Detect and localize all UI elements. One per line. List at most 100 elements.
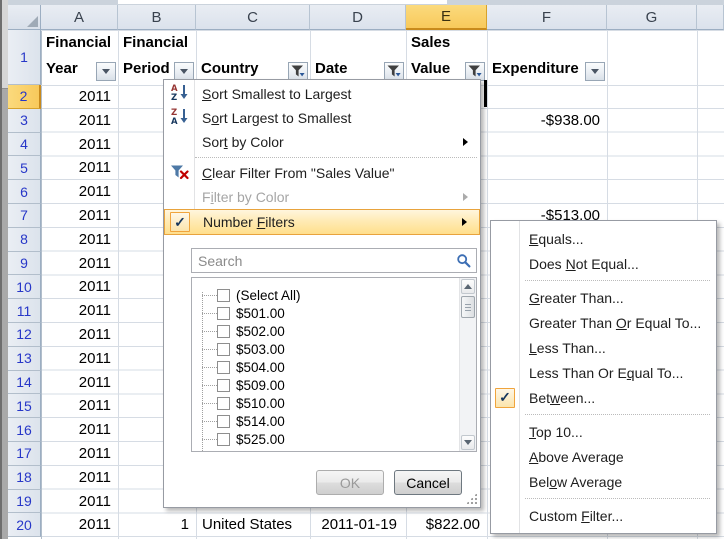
menu-item-less-than-or-equal-to[interactable]: Less Than Or Equal To...	[491, 360, 716, 385]
filter-value-item-select-all[interactable]: (Select All)	[192, 286, 459, 304]
left-scrollbar[interactable]	[0, 0, 8, 539]
menu-item-clear-filter-from-sales-value[interactable]: Clear Filter From "Sales Value"	[164, 161, 480, 185]
scroll-down-button[interactable]	[461, 435, 475, 450]
cell-A12-financial-year[interactable]: 2011	[41, 323, 118, 347]
row-header-19[interactable]: 19	[8, 490, 41, 514]
row-header-8[interactable]: 8	[8, 228, 41, 252]
cell-A13-financial-year[interactable]: 2011	[41, 347, 118, 371]
value-checkbox[interactable]	[217, 361, 230, 374]
row-header-18[interactable]: 18	[8, 466, 41, 490]
cell-A17-financial-year[interactable]: 2011	[41, 442, 118, 466]
row-header-11[interactable]: 11	[8, 299, 41, 323]
filter-value-item-503-00[interactable]: $503.00	[192, 340, 459, 358]
cell-A2-financial-year[interactable]: 2011	[41, 85, 118, 109]
column-header-A[interactable]: A	[41, 5, 118, 30]
cell-D20-date[interactable]: 2011-01-19	[310, 513, 406, 537]
row-header-16[interactable]: 16	[8, 418, 41, 442]
menu-item-above-average[interactable]: Above Average	[491, 444, 716, 469]
cell-F3-expenditure[interactable]: -$938.00	[487, 109, 607, 133]
menu-item-sort-largest-to-smallest[interactable]: ZASort Largest to Smallest	[164, 106, 480, 130]
row-header-12[interactable]: 12	[8, 323, 41, 347]
cell-A19-financial-year[interactable]: 2011	[41, 490, 118, 514]
menu-item-sort-smallest-to-largest[interactable]: AZSort Smallest to Largest	[164, 82, 480, 106]
value-checkbox[interactable]	[217, 307, 230, 320]
value-checkbox[interactable]	[217, 433, 230, 446]
column-header-C[interactable]: C	[196, 5, 310, 30]
row-header-10[interactable]: 10	[8, 275, 41, 299]
value-checkbox[interactable]	[217, 397, 230, 410]
value-checkbox[interactable]	[217, 289, 230, 302]
cell-E20-sales-value[interactable]: $822.00	[406, 513, 487, 537]
menu-item-between[interactable]: ✓Between...	[491, 385, 716, 410]
filter-value-item-514-00[interactable]: $514.00	[192, 412, 459, 430]
menu-item-less-than[interactable]: Less Than...	[491, 335, 716, 360]
column-header-F[interactable]: F	[487, 5, 607, 30]
header-expenditure[interactable]: Expenditure	[487, 30, 607, 85]
resize-grip[interactable]	[466, 493, 477, 504]
row-header-4[interactable]: 4	[8, 133, 41, 157]
scroll-up-button[interactable]	[461, 279, 475, 294]
menu-item-greater-than[interactable]: Greater Than...	[491, 285, 716, 310]
column-header-D[interactable]: D	[310, 5, 406, 30]
menu-item-top-10[interactable]: Top 10...	[491, 419, 716, 444]
cell-A10-financial-year[interactable]: 2011	[41, 275, 118, 299]
menu-item-greater-than-or-equal-to[interactable]: Greater Than Or Equal To...	[491, 310, 716, 335]
menu-item-below-average[interactable]: Below Average	[491, 469, 716, 494]
column-header-G[interactable]: G	[607, 5, 697, 30]
cell-A3-financial-year[interactable]: 2011	[41, 109, 118, 133]
cell-C20-country[interactable]: United States	[196, 513, 310, 537]
row-header-14[interactable]: 14	[8, 371, 41, 395]
filter-button-A[interactable]	[96, 62, 116, 81]
filter-value-item-502-00[interactable]: $502.00	[192, 322, 459, 340]
column-header-partial[interactable]	[697, 5, 724, 30]
row-header-13[interactable]: 13	[8, 347, 41, 371]
row-header-17[interactable]: 17	[8, 442, 41, 466]
cell-A7-financial-year[interactable]: 2011	[41, 204, 118, 228]
header-country[interactable]: Country	[196, 30, 310, 85]
value-checkbox[interactable]	[217, 379, 230, 392]
menu-item-custom-filter[interactable]: Custom Filter...	[491, 503, 716, 528]
cell-A4-financial-year[interactable]: 2011	[41, 133, 118, 157]
cell-A8-financial-year[interactable]: 2011	[41, 228, 118, 252]
cell-B20-financial-period[interactable]: 1	[118, 513, 196, 537]
filter-value-item-501-00[interactable]: $501.00	[192, 304, 459, 322]
filter-value-item-partial[interactable]	[192, 448, 459, 451]
menu-item-number-filters[interactable]: ✓Number Filters	[164, 209, 480, 235]
row-header-2[interactable]: 2	[8, 85, 41, 109]
row-header-5[interactable]: 5	[8, 156, 41, 180]
value-checkbox[interactable]	[217, 343, 230, 356]
header-date[interactable]: Date	[310, 30, 406, 85]
value-checkbox[interactable]	[217, 415, 230, 428]
cell-A14-financial-year[interactable]: 2011	[41, 371, 118, 395]
row-header-3[interactable]: 3	[8, 109, 41, 133]
column-header-E[interactable]: E	[406, 5, 487, 30]
cell-A5-financial-year[interactable]: 2011	[41, 156, 118, 180]
cancel-button[interactable]: Cancel	[394, 470, 462, 495]
row-header-15[interactable]: 15	[8, 394, 41, 418]
filter-value-item-510-00[interactable]: $510.00	[192, 394, 459, 412]
search-input[interactable]	[192, 249, 476, 272]
cell-A16-financial-year[interactable]: 2011	[41, 418, 118, 442]
menu-item-equals[interactable]: Equals...	[491, 226, 716, 251]
filter-button-F[interactable]	[585, 62, 605, 81]
filter-value-item-525-00[interactable]: $525.00	[192, 430, 459, 448]
cell-A11-financial-year[interactable]: 2011	[41, 299, 118, 323]
header-financial-period[interactable]: Financial Period	[118, 30, 196, 85]
cell-A15-financial-year[interactable]: 2011	[41, 394, 118, 418]
column-header-B[interactable]: B	[118, 5, 196, 30]
row-header-7[interactable]: 7	[8, 204, 41, 228]
scroll-thumb[interactable]	[461, 296, 475, 318]
header-sales-value[interactable]: Sales Value	[406, 30, 487, 85]
row-header-1[interactable]: 1	[8, 30, 41, 85]
select-all-corner[interactable]	[8, 5, 41, 30]
value-checkbox[interactable]	[217, 451, 230, 452]
cell-A9-financial-year[interactable]: 2011	[41, 252, 118, 276]
cell-A6-financial-year[interactable]: 2011	[41, 180, 118, 204]
filter-value-item-509-00[interactable]: $509.00	[192, 376, 459, 394]
row-header-20[interactable]: 20	[8, 513, 41, 537]
list-scrollbar[interactable]	[459, 278, 476, 451]
menu-item-sort-by-color[interactable]: Sort by Color	[164, 130, 480, 154]
filter-value-item-504-00[interactable]: $504.00	[192, 358, 459, 376]
header-financial-year[interactable]: Financial Year	[41, 30, 118, 85]
row-header-6[interactable]: 6	[8, 180, 41, 204]
